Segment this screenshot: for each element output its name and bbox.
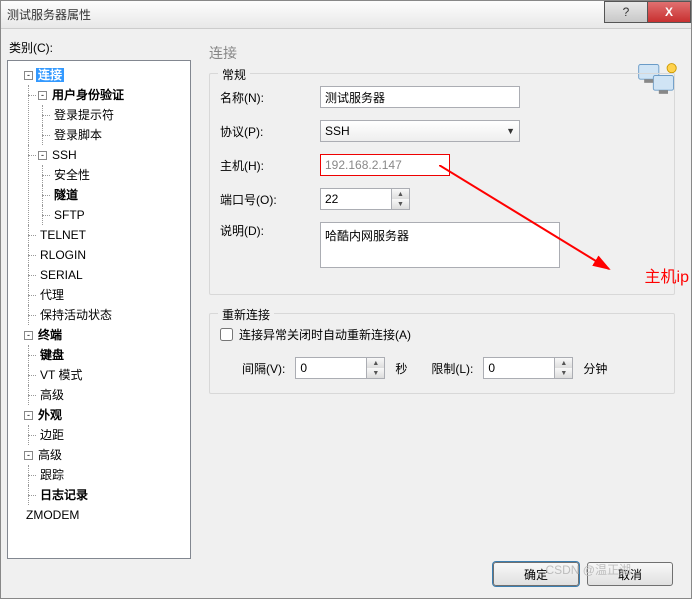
tree-node-connection[interactable]: 连接 <box>36 68 64 82</box>
tree-toggle-icon[interactable]: - <box>38 151 47 160</box>
tree-toggle-icon[interactable]: - <box>24 71 33 80</box>
tree-node-tunnel[interactable]: 隧道 <box>52 188 80 202</box>
protocol-label: 协议(P): <box>220 123 320 140</box>
category-panel: 类别(C): -连接 -用户身份验证 登录提示符 登录脚本 <box>7 35 191 559</box>
ok-button[interactable]: 确定 <box>493 562 579 586</box>
reconnect-checkbox-label: 连接异常关闭时自动重新连接(A) <box>239 326 411 343</box>
tree-node-ssh[interactable]: SSH <box>50 148 79 162</box>
port-input[interactable] <box>321 189 391 209</box>
limit-unit: 分钟 <box>583 360 607 377</box>
desc-label: 说明(D): <box>220 222 320 239</box>
titlebar-buttons: ? X <box>605 1 691 23</box>
spin-up-icon[interactable]: ▲ <box>367 358 384 368</box>
tree-node-serial[interactable]: SERIAL <box>38 268 85 282</box>
name-input[interactable] <box>320 86 520 108</box>
dialog-button-bar: 确定 取消 <box>493 562 673 586</box>
tree-node-sftp[interactable]: SFTP <box>52 208 87 222</box>
help-button[interactable]: ? <box>604 1 648 23</box>
interval-spinner[interactable]: ▲▼ <box>295 357 385 379</box>
protocol-value: SSH <box>325 124 350 138</box>
general-legend: 常规 <box>218 66 250 83</box>
tree-node-zmodem[interactable]: ZMODEM <box>24 508 81 522</box>
tree-node-telnet[interactable]: TELNET <box>38 228 88 242</box>
interval-unit: 秒 <box>395 360 407 377</box>
dialog-window: 测试服务器属性 ? X 类别(C): -连接 -用户身份验证 登录提示 <box>0 0 692 599</box>
dialog-body: 类别(C): -连接 -用户身份验证 登录提示符 登录脚本 <box>1 29 691 559</box>
tree-node-terminal[interactable]: 终端 <box>36 328 64 342</box>
tree-toggle-icon[interactable]: - <box>38 91 47 100</box>
interval-label: 间隔(V): <box>242 360 285 377</box>
cancel-button[interactable]: 取消 <box>587 562 673 586</box>
tree-node-advanced[interactable]: 高级 <box>36 448 64 462</box>
spin-down-icon[interactable]: ▼ <box>367 368 384 378</box>
spin-down-icon[interactable]: ▼ <box>555 368 572 378</box>
reconnect-fieldset: 重新连接 连接异常关闭时自动重新连接(A) 间隔(V): ▲▼ 秒 限制(L): <box>209 313 675 394</box>
close-button[interactable]: X <box>647 1 691 23</box>
spin-up-icon[interactable]: ▲ <box>555 358 572 368</box>
titlebar: 测试服务器属性 ? X <box>1 1 691 29</box>
port-spinner[interactable]: ▲ ▼ <box>320 188 410 210</box>
port-label: 端口号(O): <box>220 191 320 208</box>
tree-node-keepalive[interactable]: 保持活动状态 <box>38 308 114 322</box>
name-label: 名称(N): <box>220 89 320 106</box>
tree-node-advanced-term[interactable]: 高级 <box>38 388 66 402</box>
limit-input[interactable] <box>484 358 554 378</box>
tree-node-auth[interactable]: 用户身份验证 <box>50 88 126 102</box>
chevron-down-icon: ▼ <box>506 126 515 136</box>
tree-node-security[interactable]: 安全性 <box>52 168 92 182</box>
annotation-arrow-icon <box>439 165 639 285</box>
spin-down-icon[interactable]: ▼ <box>392 199 409 209</box>
tree-node-margin[interactable]: 边距 <box>38 428 66 442</box>
category-label: 类别(C): <box>9 39 191 56</box>
host-label: 主机(H): <box>220 157 320 174</box>
protocol-select[interactable]: SSH ▼ <box>320 120 520 142</box>
spin-up-icon[interactable]: ▲ <box>392 189 409 199</box>
category-tree[interactable]: -连接 -用户身份验证 登录提示符 登录脚本 -SSH <box>7 60 191 559</box>
panel-title: 连接 <box>209 43 675 63</box>
tree-node-logging[interactable]: 日志记录 <box>38 488 90 502</box>
tree-node-vtmode[interactable]: VT 模式 <box>38 368 84 382</box>
tree-node-proxy[interactable]: 代理 <box>38 288 66 302</box>
annotation-host-ip: 主机ip <box>645 263 689 287</box>
tree-toggle-icon[interactable]: - <box>24 411 33 420</box>
settings-panel: 连接 常规 名称(N): 协议(P): SSH ▼ <box>191 35 685 559</box>
tree-node-rlogin[interactable]: RLOGIN <box>38 248 88 262</box>
tree-node-appearance[interactable]: 外观 <box>36 408 64 422</box>
tree-node-keyboard[interactable]: 键盘 <box>38 348 66 362</box>
tree-node-login-prompt[interactable]: 登录提示符 <box>52 108 116 122</box>
limit-spinner[interactable]: ▲▼ <box>483 357 573 379</box>
tree-node-trace[interactable]: 跟踪 <box>38 468 66 482</box>
host-input[interactable] <box>320 154 450 176</box>
tree-toggle-icon[interactable]: - <box>24 451 33 460</box>
tree-node-login-script[interactable]: 登录脚本 <box>52 128 104 142</box>
reconnect-checkbox[interactable] <box>220 328 233 341</box>
limit-label: 限制(L): <box>431 360 473 377</box>
tree-toggle-icon[interactable]: - <box>24 331 33 340</box>
interval-input[interactable] <box>296 358 366 378</box>
window-title: 测试服务器属性 <box>7 6 91 23</box>
reconnect-legend: 重新连接 <box>218 306 274 323</box>
